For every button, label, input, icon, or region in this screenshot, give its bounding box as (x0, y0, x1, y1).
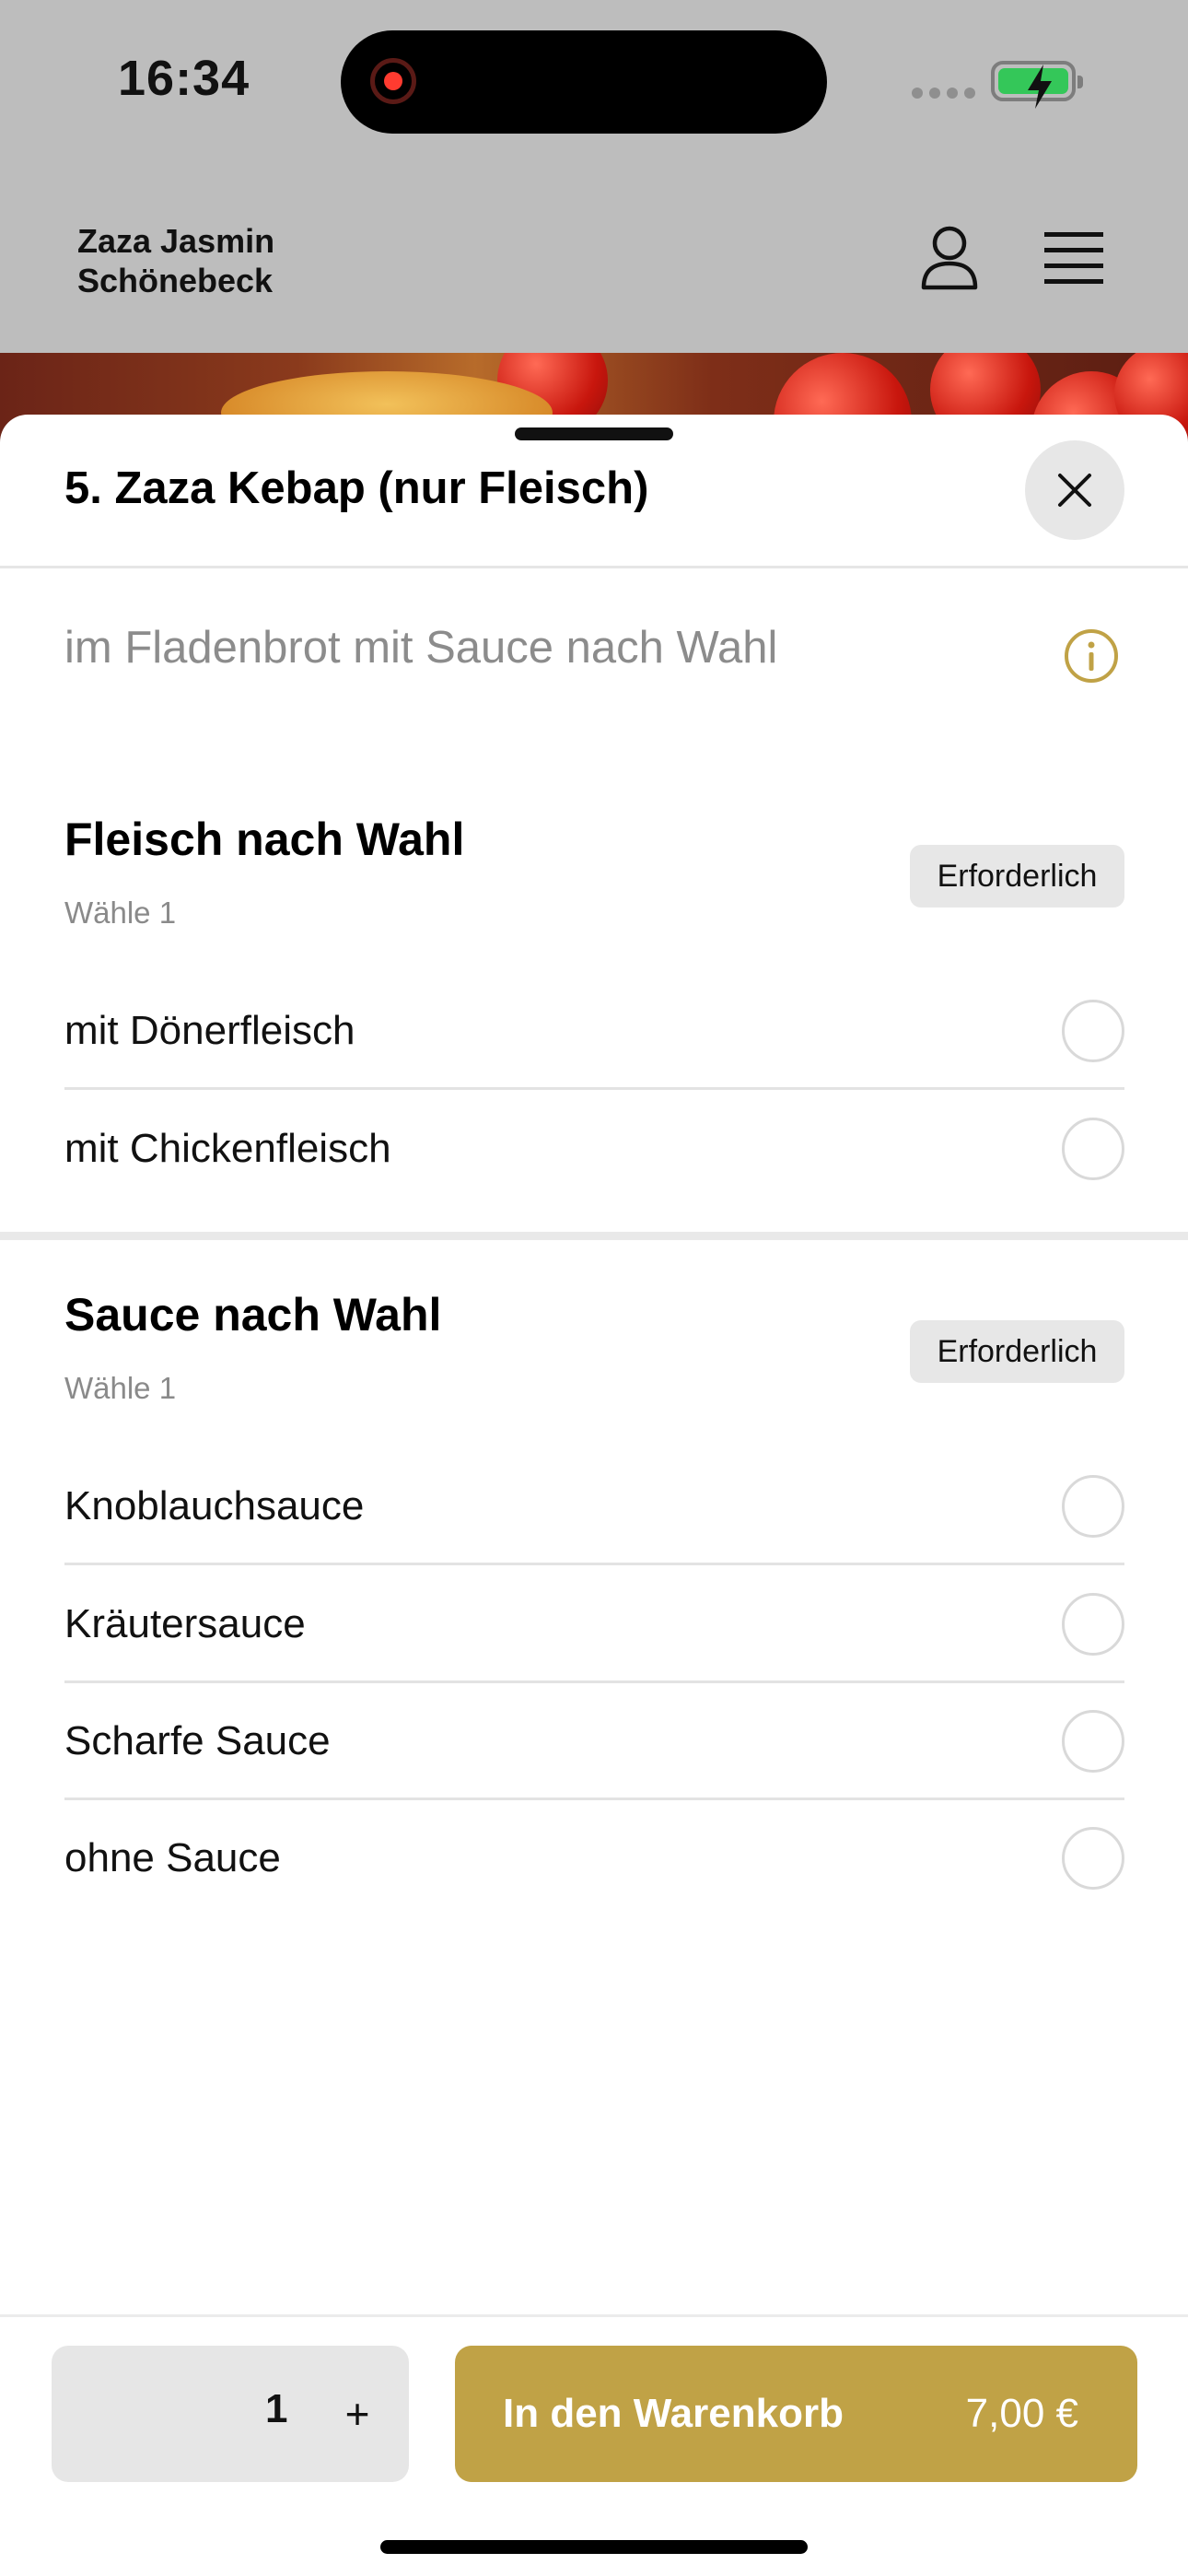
increase-quantity-button[interactable]: + (330, 2377, 385, 2451)
radio-button[interactable] (1062, 1709, 1124, 1773)
option-knoblauchsauce[interactable]: Knoblauchsauce (64, 1447, 1124, 1564)
option-label: Scharfe Sauce (64, 1717, 331, 1763)
option-label: mit Chickenfleisch (64, 1125, 391, 1171)
user-icon[interactable] (919, 225, 980, 296)
status-time: 16:34 (118, 51, 250, 106)
required-badge: Erforderlich (910, 845, 1124, 907)
menu-icon[interactable] (1044, 232, 1103, 288)
close-button[interactable] (1025, 440, 1124, 540)
home-indicator[interactable] (380, 2540, 808, 2554)
option-label: mit Dönerfleisch (64, 1007, 355, 1053)
group-title-fleisch: Fleisch nach Wahl (64, 814, 465, 865)
required-badge: Erforderlich (910, 1320, 1124, 1383)
radio-button[interactable] (1062, 1474, 1124, 1538)
close-icon (1058, 474, 1091, 507)
option-label: Kräutersauce (64, 1600, 306, 1646)
info-icon[interactable] (1063, 627, 1120, 689)
quantity-stepper: 1 + (52, 2346, 409, 2482)
option-doenerfleisch[interactable]: mit Dönerfleisch (64, 972, 1124, 1089)
title-divider (0, 566, 1188, 568)
footer-divider (0, 2314, 1188, 2317)
group-subtitle-fleisch: Wähle 1 (64, 896, 177, 930)
product-title: 5. Zaza Kebap (nur Fleisch) (64, 463, 649, 513)
brand-line2: Schönebeck (77, 262, 274, 299)
sheet-grabber[interactable] (515, 427, 673, 440)
recording-indicator-icon (370, 58, 416, 104)
battery-icon (991, 61, 1083, 109)
price-label: 7,00 € (965, 2391, 1078, 2436)
group-subtitle-sauce: Wähle 1 (64, 1371, 177, 1405)
signal-icon (912, 88, 975, 99)
radio-button[interactable] (1062, 1826, 1124, 1890)
add-to-cart-button[interactable]: In den Warenkorb 7,00 € (455, 2346, 1137, 2482)
product-description: im Fladenbrot mit Sauce nach Wahl (64, 623, 778, 673)
brand-line1: Zaza Jasmin (77, 222, 275, 260)
option-chickenfleisch[interactable]: mit Chickenfleisch (64, 1090, 1124, 1207)
option-label: Knoblauchsauce (64, 1482, 365, 1528)
add-to-cart-label: In den Warenkorb (503, 2391, 844, 2436)
option-scharfe-sauce[interactable]: Scharfe Sauce (64, 1682, 1124, 1799)
radio-button[interactable] (1062, 1592, 1124, 1656)
product-options-sheet: 5. Zaza Kebap (nur Fleisch) im Fladenbro… (0, 415, 1188, 2576)
option-kraeutersauce[interactable]: Kräutersauce (64, 1565, 1124, 1682)
quantity-value: 1 (265, 2386, 288, 2431)
group-title-sauce: Sauce nach Wahl (64, 1289, 442, 1341)
option-label: ohne Sauce (64, 1834, 281, 1880)
section-divider (0, 1232, 1188, 1240)
restaurant-brand[interactable]: Zaza Jasmin Schönebeck (77, 221, 274, 300)
option-ohne-sauce[interactable]: ohne Sauce (64, 1799, 1124, 1916)
radio-button[interactable] (1062, 1117, 1124, 1180)
radio-button[interactable] (1062, 999, 1124, 1062)
